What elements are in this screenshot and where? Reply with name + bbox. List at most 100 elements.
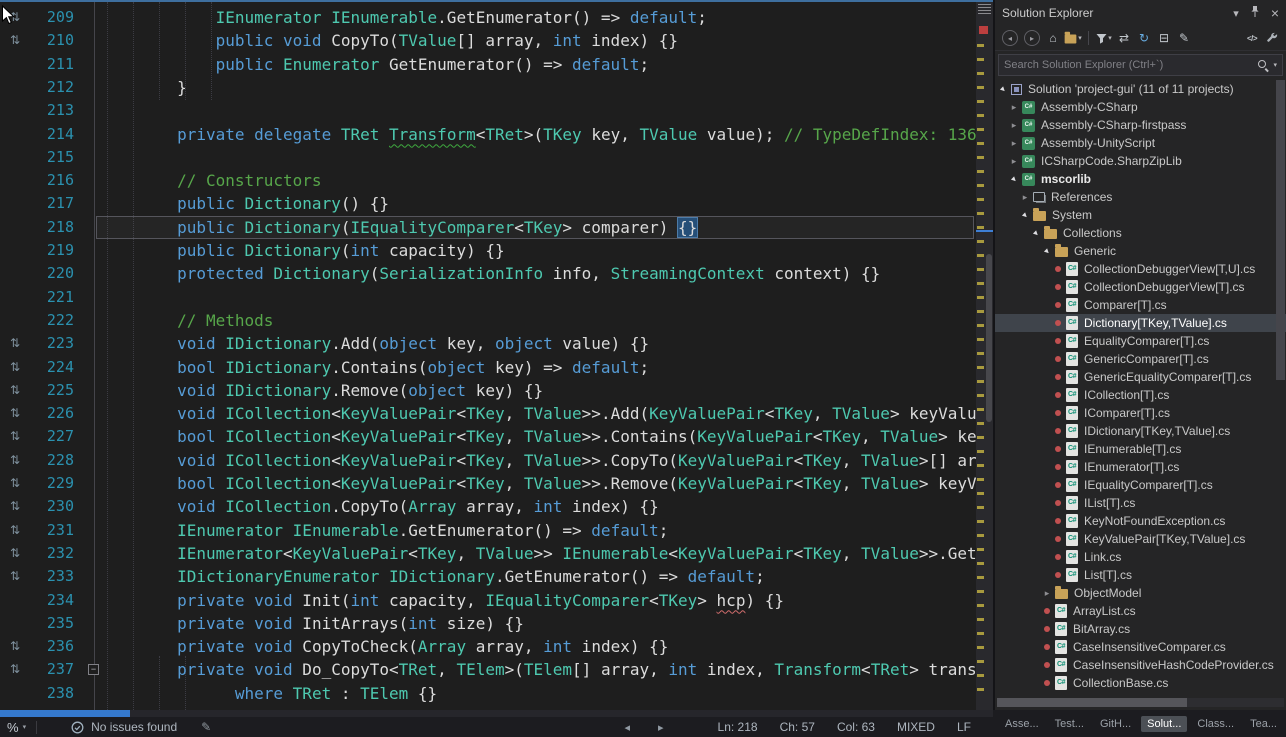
expand-arrow-icon[interactable]: ▸	[1012, 102, 1017, 113]
tree-item[interactable]: List[T].cs	[995, 566, 1286, 584]
tree-item[interactable]: ▸C#ICSharpCode.SharpZipLib	[995, 152, 1286, 170]
gutter-references-icon[interactable]: ⇅	[0, 495, 30, 518]
gutter-references-icon[interactable]: ⇅	[0, 472, 30, 495]
tree-item[interactable]: ICollection[T].cs	[995, 386, 1286, 404]
expand-arrow-icon[interactable]: ▸	[1023, 192, 1028, 203]
gutter-references-icon[interactable]: ⇅	[0, 519, 30, 542]
code-line[interactable]: 211 public Enumerator GetEnumerator() =>…	[0, 53, 976, 76]
code-line[interactable]: 219 public Dictionary(int capacity) {}	[0, 239, 976, 262]
tree-item[interactable]: ▸Collections	[995, 224, 1286, 242]
scrollbar-thumb[interactable]	[997, 698, 1187, 707]
tree-item[interactable]: ArrayList.cs	[995, 602, 1286, 620]
code-line[interactable]: 215	[0, 146, 976, 169]
editor-horizontal-scrollbar[interactable]	[0, 710, 993, 717]
code-line[interactable]: ⇅229 bool ICollection<KeyValuePair<TKey,…	[0, 472, 976, 495]
panel-tab[interactable]: Class...	[1191, 716, 1240, 732]
code-line[interactable]: ⇅236 private void CopyToCheck(Array arra…	[0, 635, 976, 658]
panel-tab[interactable]: Tea...	[1244, 716, 1283, 732]
properties-button[interactable]	[1263, 29, 1281, 47]
expand-arrow-icon[interactable]: ▸	[1012, 156, 1017, 167]
code-line[interactable]: ⇅231 IEnumerator IEnumerable.GetEnumerat…	[0, 519, 976, 542]
tree-item[interactable]: ▸C#mscorlib	[995, 170, 1286, 188]
code-line[interactable]: ⇅224 bool IDictionary.Contains(object ke…	[0, 356, 976, 379]
gutter-references-icon[interactable]: ⇅	[0, 425, 30, 448]
code-line[interactable]: ⇅226 void ICollection<KeyValuePair<TKey,…	[0, 402, 976, 425]
code-line[interactable]: 234 private void Init(int capacity, IEqu…	[0, 589, 976, 612]
gutter-references-icon[interactable]: ⇅	[0, 402, 30, 425]
code-line[interactable]: 221	[0, 286, 976, 309]
tree-item[interactable]: ▸System	[995, 206, 1286, 224]
collapse-arrow-icon[interactable]: ▸	[1020, 210, 1031, 221]
tree-item[interactable]: Link.cs	[995, 548, 1286, 566]
code-line[interactable]: ⇅233 IDictionaryEnumerator IDictionary.G…	[0, 565, 976, 588]
code-cleanup-icon[interactable]: ✎	[201, 720, 211, 734]
tree-item[interactable]: CollectionDebuggerView[T].cs	[995, 278, 1286, 296]
scrollbar-thumb[interactable]	[0, 710, 130, 717]
tree-item[interactable]: BitArray.cs	[995, 620, 1286, 638]
collapse-arrow-icon[interactable]: ▸	[1042, 246, 1053, 257]
fold-collapse-button[interactable]: −	[88, 664, 99, 675]
tree-vertical-scrollbar[interactable]	[1276, 80, 1285, 688]
tree-item[interactable]: CollectionDebuggerView[T,U].cs	[995, 260, 1286, 278]
code-line[interactable]: 238 where TRet : TElem {}	[0, 682, 976, 705]
pending-changes-filter-button[interactable]: ▾	[1095, 29, 1113, 47]
gutter-references-icon[interactable]: ⇅	[0, 449, 30, 472]
code-line[interactable]: ⇅228 void ICollection<KeyValuePair<TKey,…	[0, 449, 976, 472]
collapse-arrow-icon[interactable]: ▸	[1031, 228, 1042, 239]
tree-item[interactable]: ▸C#Assembly-CSharp-firstpass	[995, 116, 1286, 134]
split-editor-handle[interactable]	[978, 4, 991, 14]
gutter-references-icon[interactable]: ⇅	[0, 565, 30, 588]
code-line[interactable]: 216 // Constructors	[0, 169, 976, 192]
expand-arrow-icon[interactable]: ▸	[1045, 588, 1050, 599]
panel-tab[interactable]: Test...	[1049, 716, 1090, 732]
code-editor[interactable]: ⇅209 IEnumerator IEnumerable.GetEnumerat…	[0, 0, 993, 710]
tree-item[interactable]: CaseInsensitiveComparer.cs	[995, 638, 1286, 656]
search-input[interactable]	[999, 59, 1257, 71]
code-line[interactable]: ⇅230 void ICollection.CopyTo(Array array…	[0, 495, 976, 518]
code-line[interactable]: ⇅227 bool ICollection<KeyValuePair<TKey,…	[0, 425, 976, 448]
code-line[interactable]: 217 public Dictionary() {}	[0, 192, 976, 215]
gutter-references-icon[interactable]: ⇅	[0, 635, 30, 658]
tree-item[interactable]: GenericComparer[T].cs	[995, 350, 1286, 368]
tree-item[interactable]: ▸Solution 'project-gui' (11 of 11 projec…	[995, 80, 1286, 98]
code-line[interactable]: 212 }	[0, 76, 976, 99]
expand-arrow-icon[interactable]: ▸	[1012, 120, 1017, 131]
code-line[interactable]: ⇅232 IEnumerator<KeyValuePair<TKey, TVal…	[0, 542, 976, 565]
expand-arrow-icon[interactable]: ▸	[1012, 138, 1017, 149]
pin-button[interactable]	[1250, 5, 1260, 21]
tree-item[interactable]: Dictionary[TKey,TValue].cs	[995, 314, 1286, 332]
code-line[interactable]: 235 private void InitArrays(int size) {}	[0, 612, 976, 635]
code-line[interactable]: 214 private delegate TRet Transform<TRet…	[0, 123, 976, 146]
search-options-caret-icon[interactable]: ▾	[1273, 61, 1277, 69]
indent-mode-indicator[interactable]: MIXED	[897, 720, 935, 734]
sync-with-active-document-button[interactable]: ⇄	[1115, 29, 1133, 47]
tree-item[interactable]: CollectionBase.cs	[995, 674, 1286, 692]
search-icon[interactable]	[1257, 59, 1270, 72]
code-line[interactable]: 222 // Methods	[0, 309, 976, 332]
document-health-indicator[interactable]	[71, 721, 84, 734]
tree-item[interactable]: ▸Generic	[995, 242, 1286, 260]
tree-item[interactable]: ▸C#Assembly-CSharp	[995, 98, 1286, 116]
gutter-references-icon[interactable]: ⇅	[0, 542, 30, 565]
tree-item[interactable]: IComparer[T].cs	[995, 404, 1286, 422]
gutter-references-icon[interactable]: ⇅	[0, 29, 30, 52]
code-line[interactable]: 213	[0, 99, 976, 122]
code-line[interactable]: ⇅209 IEnumerator IEnumerable.GetEnumerat…	[0, 6, 976, 29]
scroll-right-button[interactable]: ▸	[658, 721, 664, 734]
gutter-references-icon[interactable]: ⇅	[0, 379, 30, 402]
collapse-arrow-icon[interactable]: ▸	[998, 84, 1009, 95]
tree-item[interactable]: IEnumerable[T].cs	[995, 440, 1286, 458]
preview-selected-items-button[interactable]: ✎	[1175, 29, 1193, 47]
refresh-button[interactable]: ↻	[1135, 29, 1153, 47]
code-line[interactable]: 218 public Dictionary(IEqualityComparer<…	[0, 216, 976, 239]
tree-horizontal-scrollbar[interactable]	[997, 698, 1284, 707]
zoom-control[interactable]: % ▾	[7, 720, 26, 735]
tree-item[interactable]: Comparer[T].cs	[995, 296, 1286, 314]
scrollbar-thumb[interactable]	[986, 254, 992, 422]
code-line[interactable]: 220 protected Dictionary(SerializationIn…	[0, 262, 976, 285]
tree-item[interactable]: ▸References	[995, 188, 1286, 206]
switch-views-button[interactable]: ▾	[1064, 29, 1082, 47]
close-button[interactable]: ×	[1271, 6, 1279, 20]
scroll-left-button[interactable]: ◂	[624, 721, 630, 734]
tree-item[interactable]: GenericEqualityComparer[T].cs	[995, 368, 1286, 386]
